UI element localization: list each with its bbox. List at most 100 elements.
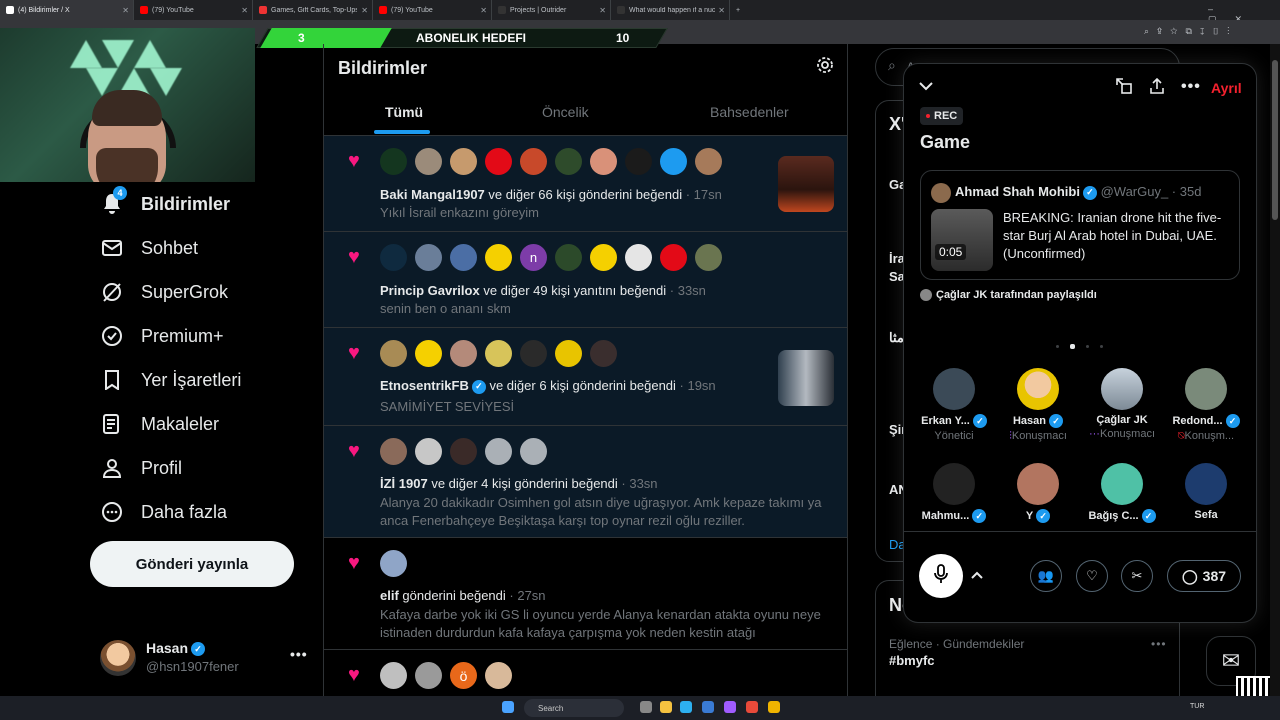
app-icon[interactable] — [702, 701, 714, 713]
avatar[interactable] — [485, 148, 512, 175]
avatar[interactable] — [625, 148, 652, 175]
microphone-button[interactable] — [919, 554, 963, 598]
avatar[interactable] — [590, 340, 617, 367]
participants-button[interactable]: 👥 — [1030, 560, 1062, 592]
close-icon[interactable]: ✕ — [599, 6, 606, 15]
avatar[interactable] — [590, 148, 617, 175]
avatar[interactable] — [380, 148, 407, 175]
speaker[interactable]: Y ✓ — [994, 463, 1082, 523]
nav-more[interactable]: Daha fazla — [100, 497, 227, 527]
app-icon[interactable] — [724, 701, 736, 713]
tab-mentions[interactable]: Bahsedenler — [710, 104, 789, 120]
chevron-down-icon[interactable] — [918, 78, 934, 96]
scrollbar-thumb[interactable] — [1272, 60, 1278, 220]
speaker[interactable]: Erkan Y... ✓ Yönetici — [910, 368, 998, 442]
browser-toolbar-icons[interactable]: ⌕⇪☆⧉↧▯⋮ — [1144, 26, 1238, 37]
avatar[interactable]: ö — [450, 662, 477, 689]
notification-item[interactable]: ♥ Baki Mangal1907 ve diğer 66 kişi gönde… — [324, 136, 847, 232]
avatar[interactable] — [380, 550, 407, 577]
browser-tab[interactable]: (79) YouTube ✕ — [373, 0, 492, 20]
notification-item[interactable]: ♥ n Princip Gavrilox ve diğer 49 kişi ya… — [324, 232, 847, 328]
trend-hashtag[interactable]: #bmyfc — [889, 653, 935, 668]
notification-item[interactable]: ♥ ö — [324, 650, 847, 696]
avatar[interactable] — [555, 148, 582, 175]
more-options-icon[interactable]: ••• — [290, 646, 308, 662]
notification-item[interactable]: ♥ EtnosentrikFB ✓ ve diğer 6 kişi gönderi… — [324, 328, 847, 426]
speaker[interactable]: Sefa — [1162, 463, 1250, 521]
browser-tab[interactable]: (79) YouTube ✕ — [134, 0, 253, 20]
browser-tab[interactable]: What would happen if a nuclear✕ — [611, 0, 730, 20]
avatar[interactable] — [625, 244, 652, 271]
avatar[interactable] — [415, 662, 442, 689]
more-options-icon[interactable]: ••• — [1151, 637, 1167, 651]
notification-item[interactable]: ♥ İZİ 1907 ve diğer 4 kişi gönderini beğ… — [324, 426, 847, 538]
avatar[interactable] — [415, 148, 442, 175]
trend-partial[interactable]: İra — [889, 251, 905, 266]
carousel-dots[interactable] — [1056, 344, 1114, 349]
trend-partial[interactable]: Sa — [889, 269, 905, 284]
browser-tab[interactable]: Games, Gift Cards, Top-Ups & More ✕ — [253, 0, 373, 20]
speaker[interactable]: Çağlar JK ···Konuşmacı — [1078, 368, 1166, 440]
clip-button[interactable]: ✂ — [1121, 560, 1153, 592]
nav-chat[interactable]: Sohbet — [100, 233, 198, 263]
language-indicator[interactable]: TUR — [1190, 703, 1204, 710]
browser-tab[interactable]: (4) Bildirimler / X ✕ — [0, 0, 134, 20]
nav-articles[interactable]: Makaleler — [100, 409, 219, 439]
nav-notifications[interactable]: 4 Bildirimler — [100, 186, 230, 219]
avatar[interactable] — [450, 148, 477, 175]
comments-button[interactable]: ◯ 387 — [1167, 560, 1241, 592]
account-switcher[interactable]: Hasan ✓ @hsn1907fener ••• — [100, 638, 310, 678]
avatar[interactable]: n — [520, 244, 547, 271]
new-tab-button[interactable]: + — [730, 0, 746, 20]
close-icon[interactable]: ✕ — [718, 6, 725, 15]
avatar[interactable] — [695, 244, 722, 271]
close-icon[interactable]: ✕ — [361, 6, 368, 15]
chrome-icon[interactable] — [768, 701, 780, 713]
post-thumbnail[interactable] — [778, 350, 834, 406]
speaker[interactable]: Redond... ✓ ⍉Konuşm... — [1162, 368, 1250, 443]
avatar[interactable] — [415, 340, 442, 367]
more-options-icon[interactable]: ••• — [1181, 78, 1201, 96]
start-icon[interactable] — [502, 701, 514, 713]
speaker[interactable]: Bağış C... ✓ — [1078, 463, 1166, 523]
avatar[interactable] — [380, 244, 407, 271]
minimize-window-icon[interactable] — [1116, 78, 1132, 99]
avatar[interactable] — [520, 148, 547, 175]
nav-premium[interactable]: Premium+ — [100, 321, 224, 351]
share-icon[interactable] — [1149, 77, 1165, 99]
actor-name[interactable]: elif — [380, 588, 399, 603]
actor-name[interactable]: İZİ 1907 — [380, 476, 428, 491]
avatar[interactable] — [380, 662, 407, 689]
avatar[interactable] — [415, 244, 442, 271]
nav-supergrok[interactable]: SuperGrok — [100, 277, 228, 307]
avatar[interactable] — [695, 148, 722, 175]
app-icon[interactable] — [746, 701, 758, 713]
avatar[interactable] — [485, 244, 512, 271]
avatar[interactable] — [485, 340, 512, 367]
chevron-up-icon[interactable] — [971, 566, 983, 582]
close-icon[interactable]: ✕ — [480, 6, 487, 15]
actor-name[interactable]: Princip Gavrilox — [380, 283, 480, 298]
speaker[interactable]: Mahmu... ✓ — [910, 463, 998, 523]
avatar[interactable] — [380, 340, 407, 367]
tab-all[interactable]: Tümü — [385, 104, 423, 120]
avatar[interactable] — [660, 244, 687, 271]
reaction-button[interactable]: ♡ — [1076, 560, 1108, 592]
avatar[interactable] — [415, 438, 442, 465]
close-icon[interactable]: ✕ — [122, 6, 129, 15]
tab-priority[interactable]: Öncelik — [542, 104, 589, 120]
avatar[interactable] — [485, 438, 512, 465]
avatar[interactable] — [555, 244, 582, 271]
actor-name[interactable]: Baki Mangal1907 — [380, 187, 485, 202]
folder-icon[interactable] — [660, 701, 672, 713]
nav-profile[interactable]: Profil — [100, 453, 182, 483]
video-thumbnail[interactable] — [931, 209, 993, 271]
gear-icon[interactable] — [816, 56, 834, 79]
avatar[interactable] — [520, 438, 547, 465]
close-icon[interactable]: ✕ — [241, 6, 248, 15]
trend-partial[interactable]: مثا — [889, 330, 904, 346]
post-button[interactable]: Gönderi yayınla — [90, 541, 294, 587]
avatar[interactable] — [380, 438, 407, 465]
avatar[interactable] — [555, 340, 582, 367]
taskbar-search[interactable]: Search — [524, 699, 624, 717]
